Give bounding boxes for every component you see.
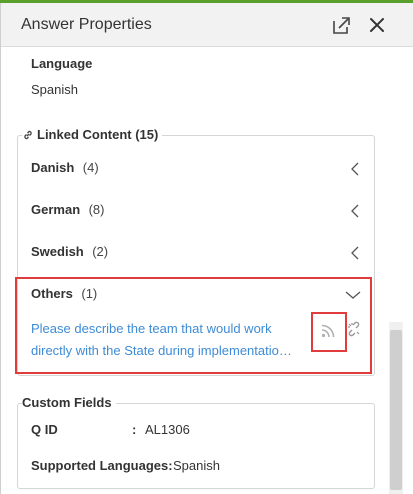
export-icon[interactable] bbox=[330, 14, 352, 36]
linked-item-link[interactable]: Please describe the team that would work… bbox=[31, 318, 311, 362]
group-count: (1) bbox=[81, 286, 98, 301]
chevron-down-icon[interactable] bbox=[345, 290, 361, 300]
group-name: Danish bbox=[31, 160, 75, 175]
group-count: (4) bbox=[82, 160, 99, 175]
panel-header: Answer Properties bbox=[1, 3, 413, 47]
linked-content-title: Linked Content (15) bbox=[37, 127, 159, 142]
panel-title: Answer Properties bbox=[21, 16, 152, 33]
supported-languages-label: Supported Languages: bbox=[31, 458, 173, 473]
linked-group-swedish[interactable]: Swedish (2) bbox=[31, 243, 361, 265]
unlink-icon[interactable] bbox=[346, 321, 362, 337]
q-id-colon: : bbox=[132, 422, 137, 437]
custom-fields-section bbox=[17, 403, 375, 489]
language-value: Spanish bbox=[31, 82, 78, 97]
language-label: Language bbox=[31, 56, 93, 71]
supported-languages-value: Spanish bbox=[173, 458, 220, 473]
q-id-label: Q ID bbox=[31, 422, 58, 437]
group-name: German bbox=[31, 202, 81, 217]
close-icon[interactable] bbox=[367, 15, 387, 35]
scrollbar-thumb[interactable] bbox=[390, 330, 402, 490]
panel-left-border bbox=[0, 3, 1, 494]
chevron-left-icon[interactable] bbox=[349, 204, 361, 218]
group-count: (8) bbox=[88, 202, 105, 217]
chevron-left-icon[interactable] bbox=[349, 162, 361, 176]
linked-item-line2: directly with the State during implement… bbox=[31, 343, 292, 358]
linked-item-line1: Please describe the team that would work bbox=[31, 321, 272, 336]
link-icon bbox=[24, 130, 32, 139]
linked-content-heading: Linked Content (15) bbox=[22, 127, 163, 142]
group-name: Swedish bbox=[31, 244, 84, 259]
chevron-left-icon[interactable] bbox=[349, 246, 361, 260]
group-count: (2) bbox=[92, 244, 109, 259]
linked-group-german[interactable]: German (8) bbox=[31, 201, 361, 223]
q-id-value: AL1306 bbox=[145, 422, 190, 437]
custom-fields-heading: Custom Fields bbox=[22, 395, 116, 410]
rss-icon[interactable] bbox=[321, 324, 335, 338]
linked-group-danish[interactable]: Danish (4) bbox=[31, 159, 361, 181]
group-name: Others bbox=[31, 286, 73, 301]
linked-group-others[interactable]: Others (1) bbox=[31, 285, 361, 307]
